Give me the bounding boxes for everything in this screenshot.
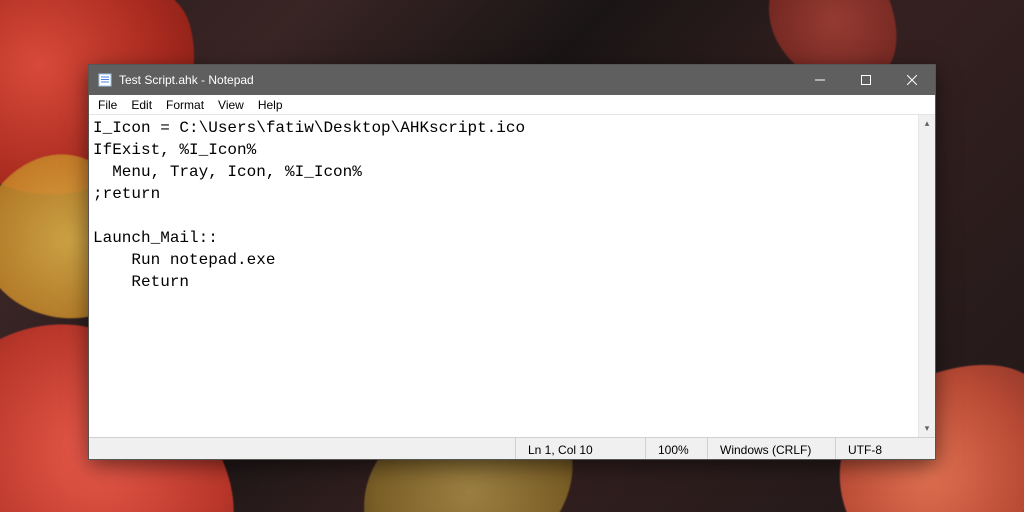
scroll-up-icon[interactable]: ▴ [919,115,935,132]
status-encoding: UTF-8 [835,438,935,459]
menu-view[interactable]: View [211,97,251,113]
vertical-scrollbar[interactable]: ▴ ▾ [918,115,935,437]
window-title: Test Script.ahk - Notepad [119,73,254,87]
close-button[interactable] [889,65,935,95]
notepad-window: Test Script.ahk - Notepad File [88,64,936,460]
close-icon [907,75,917,85]
window-controls [797,65,935,95]
status-zoom: 100% [645,438,707,459]
statusbar: Ln 1, Col 10 100% Windows (CRLF) UTF-8 [89,437,935,459]
statusbar-spacer [89,438,515,459]
menu-file[interactable]: File [91,97,124,113]
menu-edit[interactable]: Edit [124,97,159,113]
status-line-ending: Windows (CRLF) [707,438,835,459]
editor-area: I_Icon = C:\Users\fatiw\Desktop\AHKscrip… [89,115,935,437]
maximize-icon [861,75,871,85]
text-editor[interactable]: I_Icon = C:\Users\fatiw\Desktop\AHKscrip… [89,115,918,437]
minimize-button[interactable] [797,65,843,95]
titlebar[interactable]: Test Script.ahk - Notepad [89,65,935,95]
menubar: File Edit Format View Help [89,95,935,115]
menu-help[interactable]: Help [251,97,290,113]
status-cursor-position: Ln 1, Col 10 [515,438,645,459]
minimize-icon [815,75,825,85]
scroll-down-icon[interactable]: ▾ [919,420,935,437]
menu-format[interactable]: Format [159,97,211,113]
maximize-button[interactable] [843,65,889,95]
notepad-app-icon [97,72,113,88]
